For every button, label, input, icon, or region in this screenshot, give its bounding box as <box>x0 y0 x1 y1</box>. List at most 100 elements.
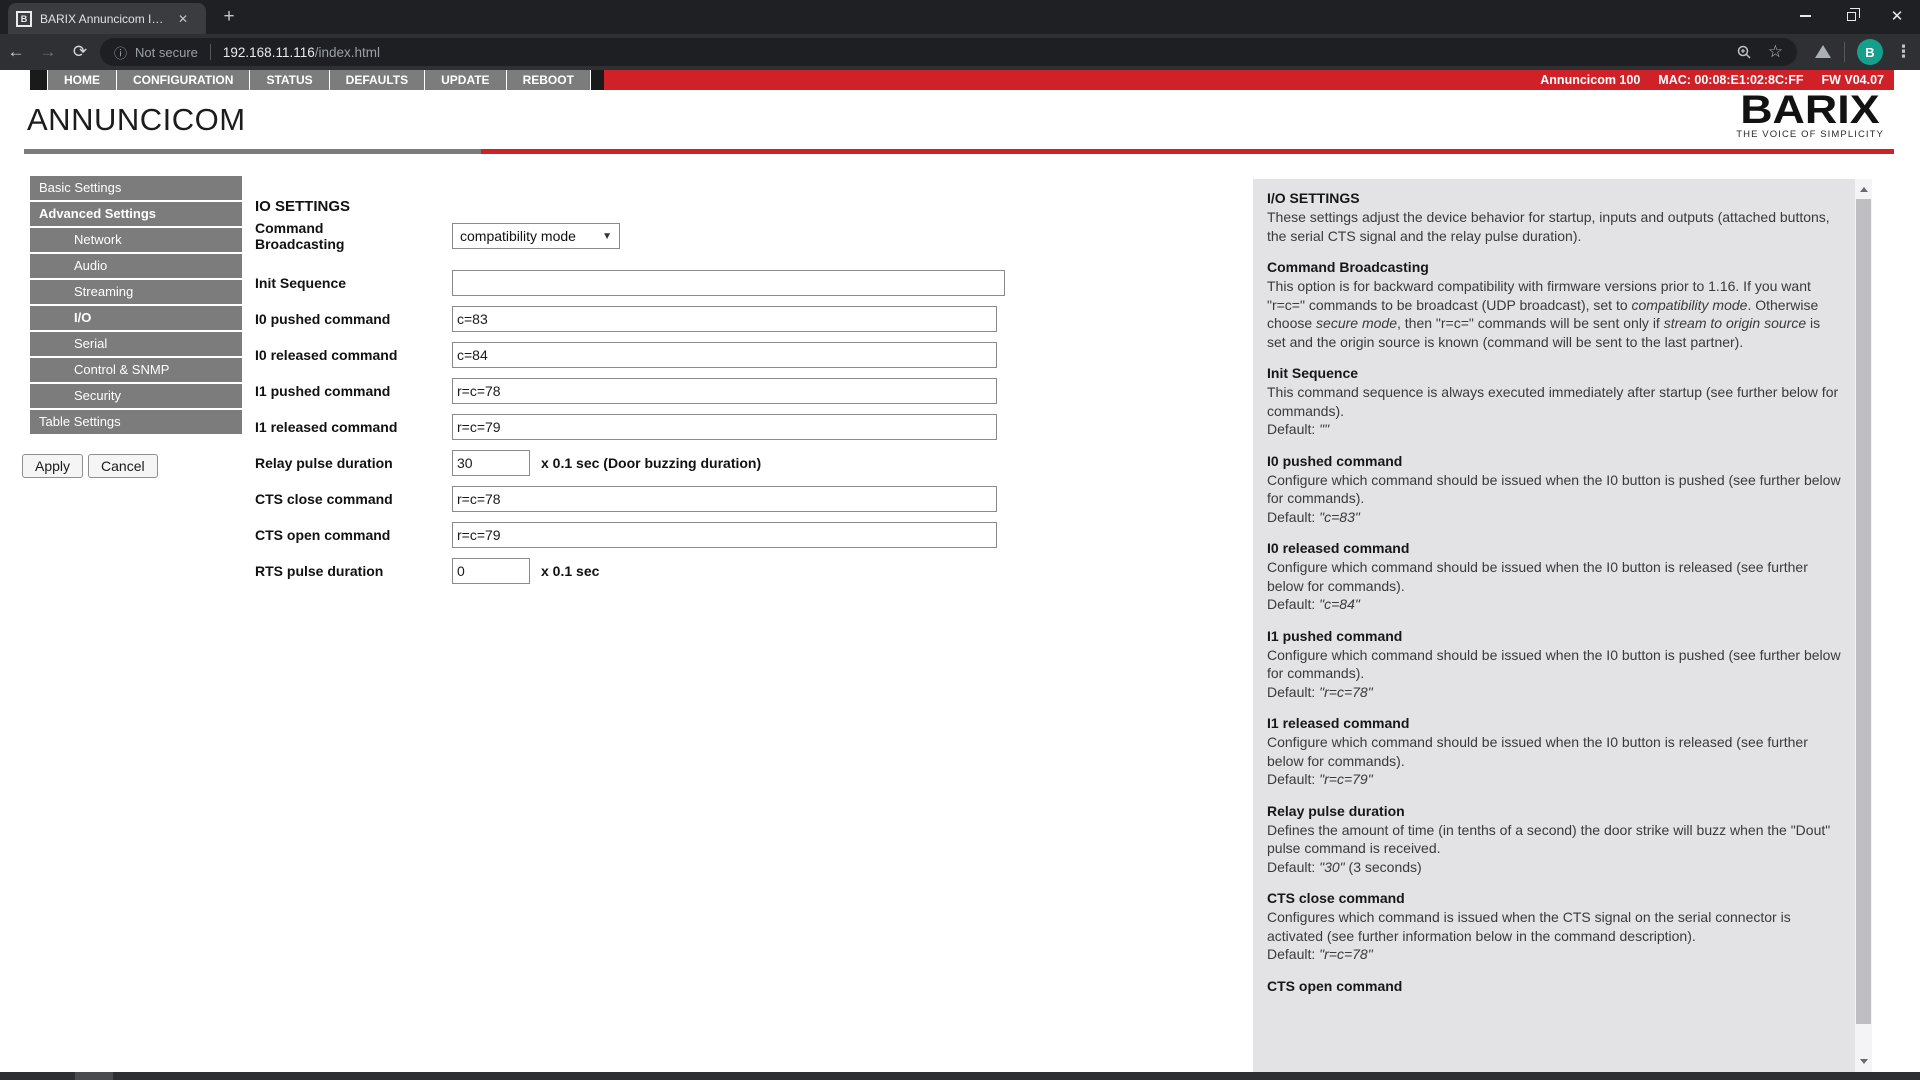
device-firmware: FW V04.07 <box>1821 73 1884 87</box>
browser-menu-icon[interactable]: ⋮ <box>1895 42 1912 62</box>
nav-lead-block <box>30 70 47 90</box>
sidebar-item-advanced-settings[interactable]: Advanced Settings <box>30 202 242 226</box>
help-section-title: I1 released command <box>1267 715 1410 731</box>
input-i0-released-command[interactable] <box>452 342 997 368</box>
nav-gap-block <box>590 70 604 90</box>
input-cts-close-command[interactable] <box>452 486 997 512</box>
form-row-cts-open-command: CTS open command <box>255 522 1255 548</box>
sidebar-item-network[interactable]: Network <box>30 228 242 252</box>
input-relay-pulse-duration[interactable] <box>452 450 530 476</box>
input-rts-pulse-duration[interactable] <box>452 558 530 584</box>
tab-title: BARIX Annuncicom IC Status <box>40 11 172 26</box>
help-section-body: Configures which command is issued when … <box>1267 909 1791 962</box>
help-section-body: Configure which command should be issued… <box>1267 559 1808 612</box>
input-i1-pushed-command[interactable] <box>452 378 997 404</box>
device-name: Annuncicom 100 <box>1540 73 1641 87</box>
sidebar-item-security[interactable]: Security <box>30 384 242 408</box>
sidebar-item-serial[interactable]: Serial <box>30 332 242 356</box>
label-i1-pushed-command: I1 pushed command <box>255 383 391 399</box>
window-close-button[interactable]: ✕ <box>1874 0 1920 32</box>
form-row-i0-released-command: I0 released command <box>255 342 1255 368</box>
window-controls: ✕ <box>1782 0 1920 34</box>
form-row-i1-released-command: I1 released command <box>255 414 1255 440</box>
omnibox-divider <box>209 44 211 60</box>
sidebar-item-audio[interactable]: Audio <box>30 254 242 278</box>
new-tab-button[interactable]: + <box>216 6 242 30</box>
nav-item-configuration[interactable]: CONFIGURATION <box>117 70 250 90</box>
input-i0-pushed-command[interactable] <box>452 306 997 332</box>
help-section-title: I0 released command <box>1267 540 1410 556</box>
sidebar-item-i-o[interactable]: I/O <box>30 306 242 330</box>
label-init-sequence: Init Sequence <box>255 275 347 291</box>
tab-close-icon[interactable]: ✕ <box>178 12 188 26</box>
url-path: /index.html <box>314 44 381 60</box>
barix-logo-text: BARIX <box>1740 88 1880 132</box>
browser-toolbar: ← → ⟳ ⓘ Not secure 192.168.11.116 /index… <box>0 34 1920 70</box>
extension-icon[interactable] <box>1814 44 1832 60</box>
form-row-command-broadcasting: Command Broadcasting compatibility mode ▼ <box>255 220 1255 252</box>
bookmark-star-icon[interactable]: ☆ <box>1768 42 1783 62</box>
label-cts-open-command: CTS open command <box>255 527 391 543</box>
input-i1-released-command[interactable] <box>452 414 997 440</box>
device-mac: MAC: 00:08:E1:02:8C:FF <box>1658 73 1804 87</box>
address-bar[interactable]: ⓘ Not secure 192.168.11.116 /index.html … <box>100 38 1797 66</box>
scroll-down-icon[interactable] <box>1855 1053 1872 1070</box>
help-panel: I/O SETTINGS These settings adjust the de… <box>1253 179 1872 1072</box>
suffix-rts-pulse-duration: x 0.1 sec <box>541 563 600 579</box>
minimize-icon <box>1799 15 1811 17</box>
label-cts-close-command: CTS close command <box>255 491 393 507</box>
apply-button[interactable]: Apply <box>22 454 84 478</box>
scroll-up-icon[interactable] <box>1855 181 1872 198</box>
nav-item-status[interactable]: STATUS <box>250 70 329 90</box>
horizontal-scrollbar-thumb[interactable] <box>75 1072 113 1080</box>
select-command-broadcasting[interactable]: compatibility mode ▼ <box>452 223 620 249</box>
sidebar-item-table-settings[interactable]: Table Settings <box>30 410 242 434</box>
label-i0-released-command: I0 released command <box>255 347 398 363</box>
header-divider-gray <box>24 149 481 154</box>
reload-button[interactable]: ⟳ <box>64 42 96 62</box>
cancel-button[interactable]: Cancel <box>88 454 158 478</box>
not-secure-label: Not secure <box>135 44 198 60</box>
form-row-init-sequence: Init Sequence <box>255 270 1255 296</box>
sidebar-item-control-snmp[interactable]: Control & SNMP <box>30 358 242 382</box>
input-init-sequence[interactable] <box>452 270 1005 296</box>
site-info-icon[interactable]: ⓘ <box>114 43 127 62</box>
nav-item-defaults[interactable]: DEFAULTS <box>329 70 425 90</box>
help-section-title: I0 pushed command <box>1267 452 1403 469</box>
chevron-down-icon: ▼ <box>602 230 612 242</box>
form-row-i0-pushed-command: I0 pushed command <box>255 306 1255 332</box>
header-divider <box>24 149 1894 154</box>
toolbar-divider <box>1844 42 1845 62</box>
nav-item-home[interactable]: HOME <box>48 70 116 90</box>
help-section-title: CTS close command <box>1267 890 1405 906</box>
barix-logo: BARIX THE VOICE OF SIMPLICITY <box>1736 90 1884 140</box>
form-row-i1-pushed-command: I1 pushed command <box>255 378 1255 404</box>
help-text: I/O SETTINGS These settings adjust the de… <box>1253 179 1855 1072</box>
browser-tab[interactable]: B BARIX Annuncicom IC Status ✕ <box>8 3 206 34</box>
device-info-bar: Annuncicom 100 MAC: 00:08:E1:02:8C:FF FW… <box>603 70 1894 90</box>
forward-button[interactable]: → <box>32 42 64 62</box>
help-scrollbar[interactable] <box>1855 179 1872 1072</box>
window-restore-button[interactable] <box>1828 0 1874 32</box>
sidebar-item-streaming[interactable]: Streaming <box>30 280 242 304</box>
profile-avatar[interactable]: B <box>1857 39 1883 65</box>
nav-item-update[interactable]: UPDATE <box>425 70 506 90</box>
header-divider-red <box>481 149 1894 154</box>
horizontal-scrollbar[interactable] <box>0 1072 1920 1080</box>
label-rts-pulse-duration: RTS pulse duration <box>255 563 384 579</box>
nav-item-reboot[interactable]: REBOOT <box>506 70 590 90</box>
sidebar-item-basic-settings[interactable]: Basic Settings <box>30 176 242 200</box>
restore-icon <box>1846 8 1860 21</box>
label-relay-pulse-duration: Relay pulse duration <box>255 455 393 471</box>
barix-favicon-icon: B <box>16 10 32 27</box>
help-section-body: Configure which command should be issued… <box>1267 471 1841 525</box>
back-button[interactable]: ← <box>0 42 32 62</box>
help-scrollbar-thumb[interactable] <box>1856 199 1871 1024</box>
url-host: 192.168.11.116 <box>222 44 315 60</box>
zoom-icon[interactable] <box>1736 44 1752 60</box>
help-section-title: Relay pulse duration <box>1267 802 1405 819</box>
form-row-relay-pulse-duration: Relay pulse duration x 0.1 sec (Door buzz… <box>255 450 1255 476</box>
help-section-body: Configure which command should be issued… <box>1267 646 1841 700</box>
window-minimize-button[interactable] <box>1782 0 1828 32</box>
input-cts-open-command[interactable] <box>452 522 997 548</box>
